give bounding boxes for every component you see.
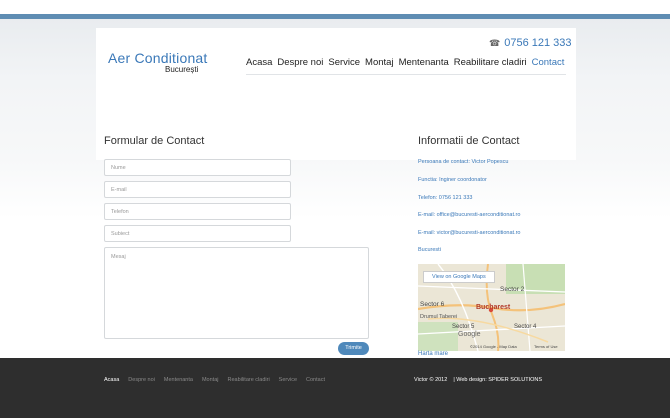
google-map[interactable]: View on Google Maps Sector 2 Sector 6 Bu… [418,264,565,351]
message-textarea[interactable]: Mesaj [104,247,369,339]
info-city: Bucuresti [418,247,441,253]
map-label-sector6: Sector 6 [420,301,445,308]
nav-divider [246,74,566,75]
view-on-google-maps-button[interactable]: View on Google Maps [423,271,495,283]
footer-nav: Acasa Despre noi Mentenanta Montaj Reabi… [104,377,325,383]
map-label-bucharest: Bucharest [476,304,511,311]
main-nav: Acasa Despre noi Service Montaj Mentenan… [246,57,564,68]
info-function: Functia: Inginer coordonator [418,177,487,183]
nav-item-montaj[interactable]: Montaj [365,57,394,68]
footer-nav-acasa[interactable]: Acasa [104,377,119,383]
phone-number: 0756 121 333 [504,37,572,49]
name-field[interactable]: Nume [104,159,291,176]
submit-button[interactable]: Trimite [338,342,369,355]
info-phone: Telefon: 0756 121 333 [418,195,473,201]
nav-item-despre-noi[interactable]: Despre noi [277,57,323,68]
subject-field[interactable]: Subiect [104,225,291,242]
logo-title[interactable]: Aer Conditionat [108,50,208,66]
map-label-sector4: Sector 4 [514,324,537,330]
map-credit: ©2014 Google - Map Data [470,344,517,349]
nav-item-service[interactable]: Service [328,57,360,68]
footer-nav-mentenanta[interactable]: Mentenanta [164,377,193,383]
logo-subtitle: București [165,65,199,74]
nav-item-contact[interactable]: Contact [532,57,565,68]
info-title: Informatii de Contact [418,135,520,147]
web-design-credit[interactable]: | Web design: SPIDER SOLUTIONS [453,377,542,383]
footer-nav-contact[interactable]: Contact [306,377,325,383]
footer-nav-montaj[interactable]: Montaj [202,377,219,383]
map-large-link[interactable]: Harta mare [418,351,448,357]
footer-copyright: Victor © 2012 | Web design: SPIDER SOLUT… [414,377,542,383]
footer-nav-despre-noi[interactable]: Despre noi [128,377,155,383]
email-field[interactable]: E-mail [104,181,291,198]
header-phone: ☎ 0756 121 333 [489,37,572,49]
footer: Acasa Despre noi Mentenanta Montaj Reabi… [0,358,670,418]
info-email-office[interactable]: E-mail: office@bucuresti-aerconditionat.… [418,212,520,218]
map-label-sector2: Sector 2 [500,286,525,293]
google-logo: Google [458,331,481,338]
map-terms-link[interactable]: Terms of Use [534,344,558,349]
map-label-drumul-taberei: Drumul Taberei [420,314,458,320]
copyright-text: Victor © 2012 [414,377,448,383]
info-contact-person: Persoana de contact: Victor Popescu [418,159,509,165]
form-title: Formular de Contact [104,135,205,147]
phone-field[interactable]: Telefon [104,203,291,220]
nav-item-acasa[interactable]: Acasa [246,57,272,68]
phone-icon: ☎ [489,37,501,48]
nav-item-mentenanta[interactable]: Mentenanta [399,57,449,68]
footer-nav-service[interactable]: Service [279,377,297,383]
map-label-sector5: Sector 5 [452,324,475,330]
nav-item-reabilitare-cladiri[interactable]: Reabilitare cladiri [454,57,527,68]
footer-nav-reabilitare-cladiri[interactable]: Reabilitare cladiri [227,377,269,383]
info-email-victor[interactable]: E-mail: victor@bucuresti-aerconditionat.… [418,230,520,236]
